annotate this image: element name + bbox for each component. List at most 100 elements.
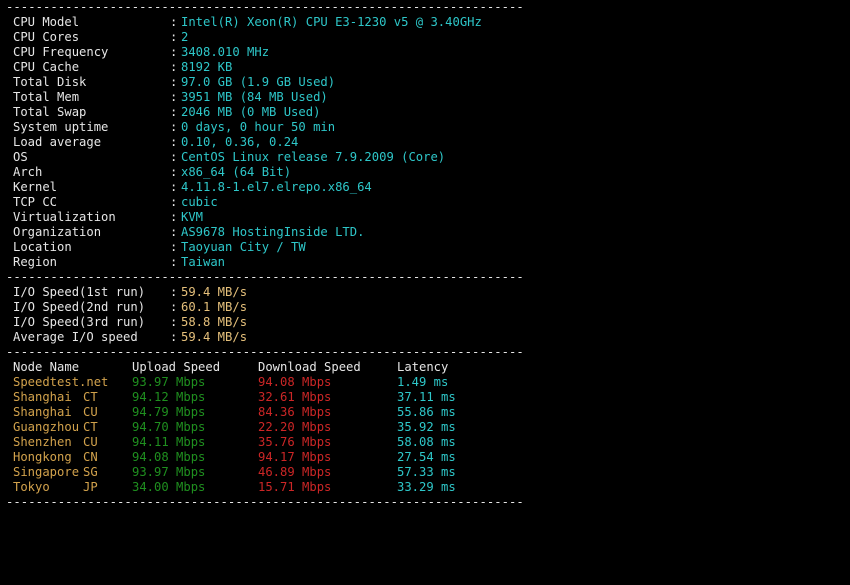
header-upload-speed: Upload Speed [132,360,221,374]
info-row: TCP CC: cubic [6,195,846,210]
info-value: CentOS Linux release 7.9.2009 (Core) [181,150,446,164]
colon: : [170,135,178,149]
info-row: Load average:0.10, 0.36, 0.24 [6,135,846,150]
download-speed: 22.20 Mbps [258,420,332,434]
info-row: Arch: x86_64 (64 Bit) [6,165,846,180]
info-value: 3951 MB (84 MB Used) [181,90,328,104]
info-row: Total Mem:3951 MB (84 MB Used) [6,90,846,105]
node-isp: CN [83,450,98,464]
node-name: Shanghai [13,405,72,419]
colon: : [170,30,178,44]
io-row: Average I/O speed:59.4 MB/s [6,330,846,345]
io-row: I/O Speed(2nd run):60.1 MB/s [6,300,846,315]
info-row: Region: Taiwan [6,255,846,270]
info-key: CPU Cache [13,60,80,74]
info-key: CPU Model [13,15,80,29]
node-isp: JP [83,480,98,494]
download-speed: 46.89 Mbps [258,465,332,479]
speedtest-row: Guangzhou CT 94.70 Mbps 22.20 Mbps 35.92… [6,420,846,435]
terminal-output: ----------------------------------------… [6,0,846,510]
node-name: Speedtest.net [13,375,109,389]
info-value: AS9678 HostingInside LTD. [181,225,365,239]
node-name: Hongkong [13,450,72,464]
node-isp: CT [83,420,98,434]
colon: : [170,105,178,119]
colon: : [170,75,178,89]
node-isp: CU [83,405,98,419]
io-value: 60.1 MB/s [181,300,248,314]
speedtest-section: Node Name Upload Speed Download Speed La… [6,360,846,495]
colon: : [170,300,178,314]
separator-line: ----------------------------------------… [6,495,524,509]
colon: : [170,90,178,104]
info-value: 0 days, 0 hour 50 min [181,120,336,134]
speedtest-row: Hongkong CN 94.08 Mbps 94.17 Mbps 27.54 … [6,450,846,465]
info-row: CPU Frequency:3408.010 MHz [6,45,846,60]
info-key: TCP CC [13,195,58,209]
colon: : [170,315,178,329]
info-key: Location [13,240,72,254]
info-value: 0.10, 0.36, 0.24 [181,135,299,149]
speedtest-row: Shanghai CT 94.12 Mbps 32.61 Mbps 37.11 … [6,390,846,405]
header-latency: Latency [397,360,449,374]
info-key: Organization [13,225,102,239]
download-speed: 15.71 Mbps [258,480,332,494]
download-speed: 94.08 Mbps [258,375,332,389]
node-name: Guangzhou [13,420,80,434]
colon: : [170,165,178,179]
info-value: Taoyuan City / TW [181,240,306,254]
colon: : [170,225,178,239]
info-row: CPU Model: Intel(R) Xeon(R) CPU E3-1230 v… [6,15,846,30]
upload-speed: 94.11 Mbps [132,435,206,449]
info-row: CPU Cores:2 [6,30,846,45]
io-key: Average I/O speed [13,330,138,344]
latency: 57.33 ms [397,465,456,479]
node-name: Singapore [13,465,80,479]
info-row: Virtualization: KVM [6,210,846,225]
speedtest-row: Shenzhen CU 94.11 Mbps 35.76 Mbps 58.08 … [6,435,846,450]
info-value: KVM [181,210,204,224]
io-value: 59.4 MB/s [181,330,248,344]
info-value: 3408.010 MHz [181,45,270,59]
download-speed: 94.17 Mbps [258,450,332,464]
info-value: 2046 MB (0 MB Used) [181,105,321,119]
io-row: I/O Speed(3rd run):58.8 MB/s [6,315,846,330]
latency: 37.11 ms [397,390,456,404]
speedtest-row: Speedtest.net 93.97 Mbps 94.08 Mbps 1.49… [6,375,846,390]
info-value: 97.0 GB (1.9 GB Used) [181,75,336,89]
node-isp: CU [83,435,98,449]
colon: : [170,120,178,134]
info-row: CPU Cache:8192 KB [6,60,846,75]
info-value: Intel(R) Xeon(R) CPU E3-1230 v5 @ 3.40GH… [181,15,482,29]
info-row: Organization: AS9678 HostingInside LTD. [6,225,846,240]
upload-speed: 94.08 Mbps [132,450,206,464]
colon: : [170,15,178,29]
upload-speed: 94.12 Mbps [132,390,206,404]
node-isp: SG [83,465,98,479]
info-value: 4.11.8-1.el7.elrepo.x86_64 [181,180,372,194]
info-key: Kernel [13,180,58,194]
info-value: 2 [181,30,189,44]
separator-line: ----------------------------------------… [6,0,524,14]
io-value: 59.4 MB/s [181,285,248,299]
info-value: 8192 KB [181,60,233,74]
latency: 33.29 ms [397,480,456,494]
info-key: Virtualization [13,210,116,224]
colon: : [170,330,178,344]
latency: 35.92 ms [397,420,456,434]
colon: : [170,180,178,194]
download-speed: 84.36 Mbps [258,405,332,419]
latency: 27.54 ms [397,450,456,464]
info-key: Total Mem [13,90,80,104]
info-key: System uptime [13,120,109,134]
node-name: Tokyo [13,480,50,494]
separator-line: ----------------------------------------… [6,270,524,284]
info-key: CPU Cores [13,30,80,44]
io-speed-section: I/O Speed(1st run):59.4 MB/s I/O Speed(2… [6,285,846,345]
system-info-section: CPU Model: Intel(R) Xeon(R) CPU E3-1230 v… [6,15,846,270]
io-key: I/O Speed(3rd run) [13,315,146,329]
colon: : [170,45,178,59]
colon: : [170,210,178,224]
upload-speed: 34.00 Mbps [132,480,206,494]
latency: 1.49 ms [397,375,449,389]
